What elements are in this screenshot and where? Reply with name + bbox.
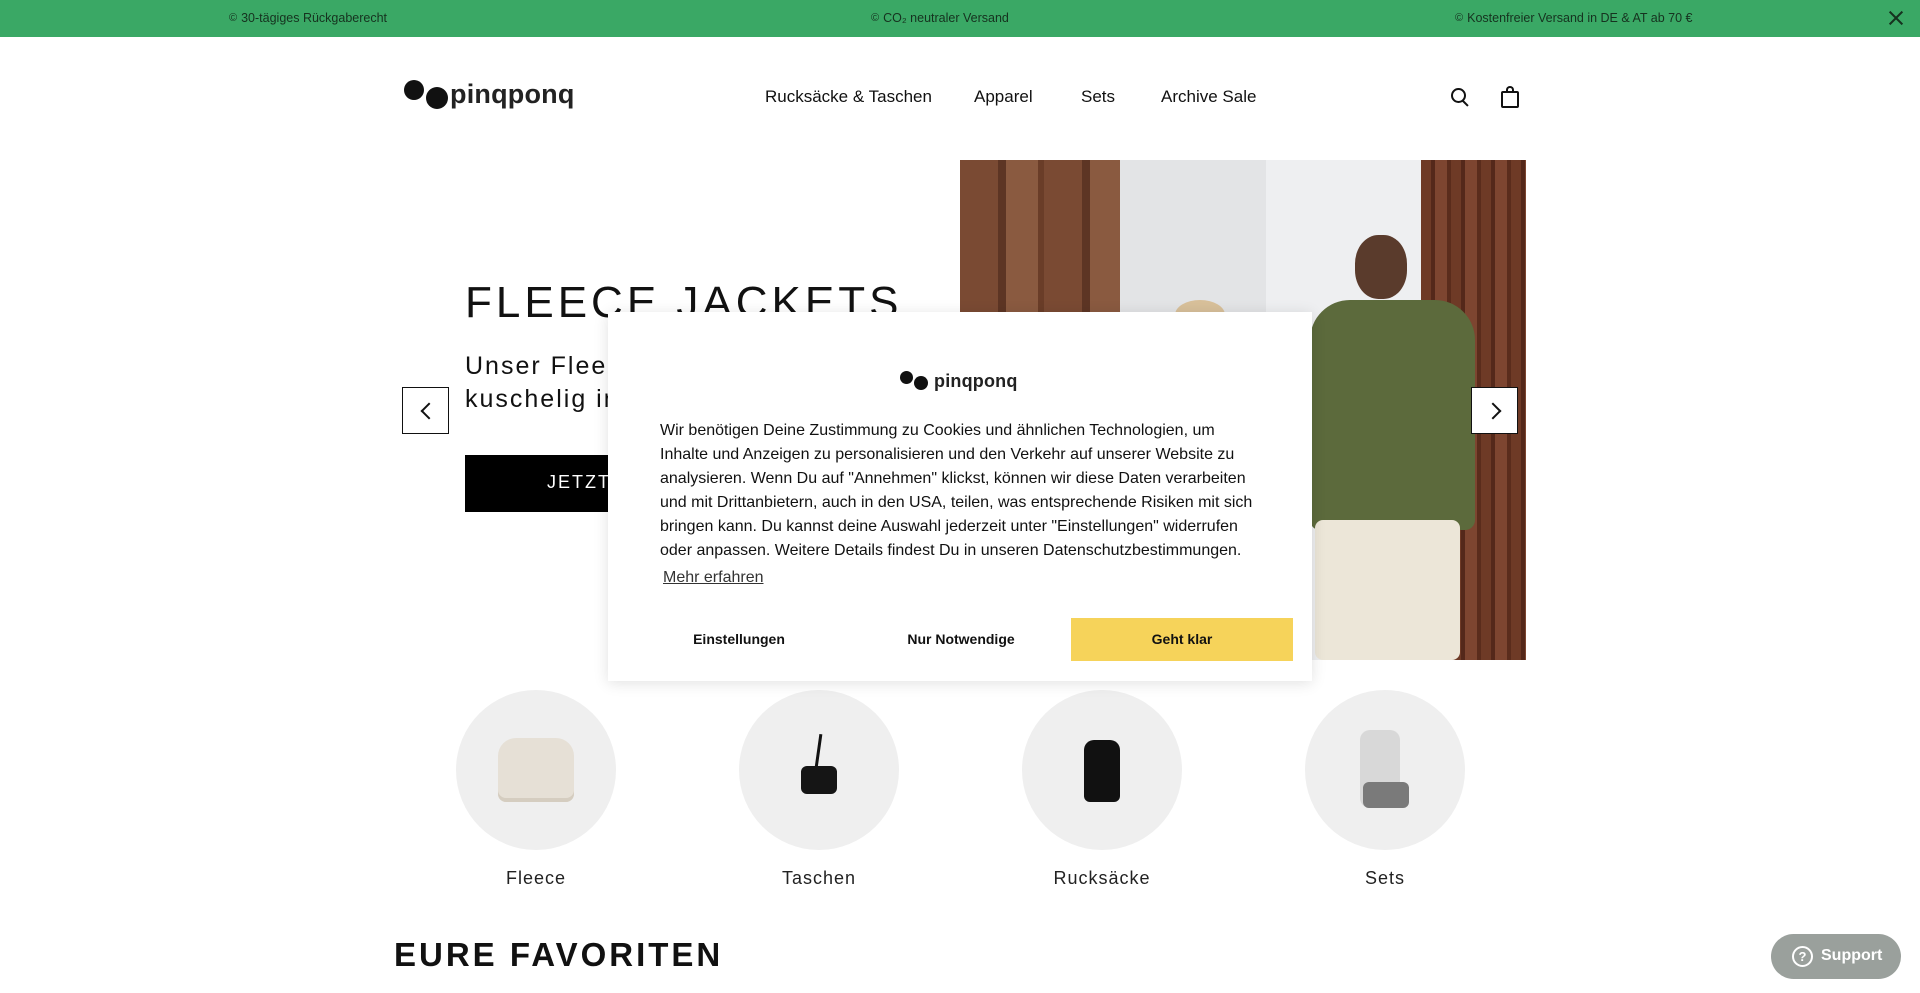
category-label: Taschen	[781, 868, 857, 888]
logo-text: pinqponq	[450, 78, 575, 109]
cookie-settings-button[interactable]: Einstellungen	[628, 618, 850, 661]
announcement-text: CO₂ neutraler Versand	[883, 11, 1009, 25]
category-image	[1305, 690, 1465, 850]
cookie-necessary-button[interactable]: Nur Notwendige	[850, 618, 1072, 661]
help-icon: ?	[1792, 946, 1813, 967]
slider-prev-button[interactable]	[402, 387, 449, 434]
favorites-heading: EURE FAVORITEN	[394, 936, 724, 973]
announcement-shipping: © Kostenfreier Versand in DE & AT ab 70 …	[1455, 11, 1692, 25]
cookie-logo: pinqponq	[900, 370, 1018, 392]
search-icon[interactable]	[1451, 88, 1469, 107]
announcement-text: Kostenfreier Versand in DE & AT ab 70 €	[1467, 11, 1693, 25]
learn-more-link[interactable]: Mehr erfahren	[663, 569, 764, 587]
nav-backpacks-bags[interactable]: Rucksäcke & Taschen	[765, 87, 932, 107]
announcement-text: 30-tägiges Rückgaberecht	[241, 11, 388, 25]
cookie-consent-dialog: pinqponq Wir benötigen Deine Zustimmung …	[608, 312, 1312, 681]
category-fleece[interactable]: Fleece	[456, 690, 616, 889]
category-image	[739, 690, 899, 850]
category-backpacks[interactable]: Rucksäcke	[1022, 690, 1182, 889]
nav-apparel[interactable]: Apparel	[974, 87, 1033, 107]
announcement-bar: © 30-tägiges Rückgaberecht © CO₂ neutral…	[0, 0, 1920, 37]
cart-icon[interactable]	[1501, 86, 1519, 108]
logo-text: pinqponq	[934, 370, 1018, 391]
category-label: Fleece	[505, 868, 567, 888]
cookie-text: Wir benötigen Deine Zustimmung zu Cookie…	[660, 422, 1253, 559]
logo-dots	[900, 370, 934, 392]
category-sets[interactable]: Sets	[1305, 690, 1465, 889]
category-label: Rucksäcke	[1053, 868, 1151, 888]
announcement-returns: © 30-tägiges Rückgaberecht	[229, 11, 387, 25]
nav-archive-sale[interactable]: Archive Sale	[1161, 87, 1256, 107]
support-button[interactable]: ? Support	[1771, 934, 1901, 979]
leaf-icon: ©	[229, 12, 238, 24]
category-label: Sets	[1364, 868, 1406, 888]
category-image	[456, 690, 616, 850]
category-bags[interactable]: Taschen	[739, 690, 899, 889]
close-icon[interactable]	[1886, 8, 1906, 28]
site-logo[interactable]: pinqponq	[404, 78, 575, 110]
announcement-co2: © CO₂ neutraler Versand	[871, 11, 1009, 25]
leaf-icon: ©	[1455, 12, 1464, 24]
cookie-accept-button[interactable]: Geht klar	[1071, 618, 1293, 661]
slider-next-button[interactable]	[1471, 387, 1518, 434]
logo-dots	[404, 78, 450, 110]
category-image	[1022, 690, 1182, 850]
support-label: Support	[1821, 947, 1883, 964]
leaf-icon: ©	[871, 12, 880, 24]
nav-sets[interactable]: Sets	[1081, 87, 1115, 107]
